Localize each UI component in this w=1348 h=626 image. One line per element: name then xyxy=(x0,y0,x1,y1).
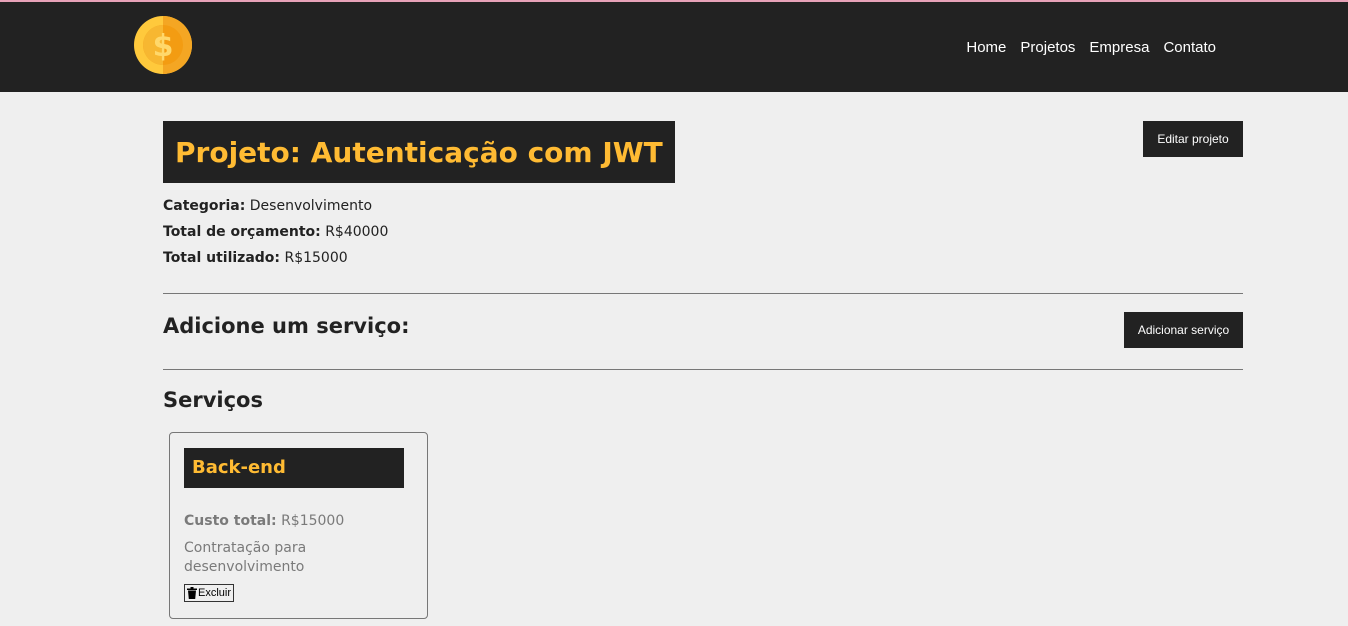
delete-service-button[interactable]: Excluir xyxy=(184,584,234,602)
category-value: Desenvolvimento xyxy=(249,198,373,214)
nav-link-projetos[interactable]: Projetos xyxy=(1020,39,1075,56)
add-service-heading: Adicione um serviço: xyxy=(163,314,410,338)
service-cost: Custo total: R$15000 xyxy=(184,513,344,529)
project-info: Categoria: Desenvolvimento Total de orça… xyxy=(163,197,388,275)
category-row: Categoria: Desenvolvimento xyxy=(163,197,388,216)
svg-text:$: $ xyxy=(153,29,174,64)
service-cost-label: Custo total: xyxy=(184,513,277,529)
service-cost-value: R$15000 xyxy=(281,513,345,529)
delete-label: Excluir xyxy=(198,587,232,599)
used-value: R$15000 xyxy=(284,250,348,266)
navbar: $ Home Projetos Empresa Contato xyxy=(0,2,1348,92)
category-label: Categoria: xyxy=(163,198,246,214)
dollar-coin-icon[interactable]: $ xyxy=(134,16,192,74)
used-row: Total utilizado: R$15000 xyxy=(163,249,388,268)
divider xyxy=(163,369,1243,370)
service-description: Contratação para desenvolvimento xyxy=(184,540,307,575)
nav-link-empresa[interactable]: Empresa xyxy=(1089,39,1149,56)
service-card: Back-end Custo total: R$15000 Contrataçã… xyxy=(169,432,428,619)
service-card-title: Back-end xyxy=(184,448,404,488)
project-title: Projeto: Autenticação com JWT xyxy=(163,121,675,183)
budget-label: Total de orçamento: xyxy=(163,224,321,240)
services-heading: Serviços xyxy=(163,388,263,412)
budget-row: Total de orçamento: R$40000 xyxy=(163,223,388,242)
add-service-button[interactable]: Adicionar serviço xyxy=(1124,312,1243,348)
nav-link-contato[interactable]: Contato xyxy=(1163,39,1216,56)
used-label: Total utilizado: xyxy=(163,250,281,266)
budget-value: R$40000 xyxy=(325,224,389,240)
nav-link-home[interactable]: Home xyxy=(966,39,1006,56)
divider xyxy=(163,293,1243,294)
main-nav: Home Projetos Empresa Contato xyxy=(966,39,1216,56)
trash-icon xyxy=(187,587,197,599)
edit-project-button[interactable]: Editar projeto xyxy=(1143,121,1243,157)
